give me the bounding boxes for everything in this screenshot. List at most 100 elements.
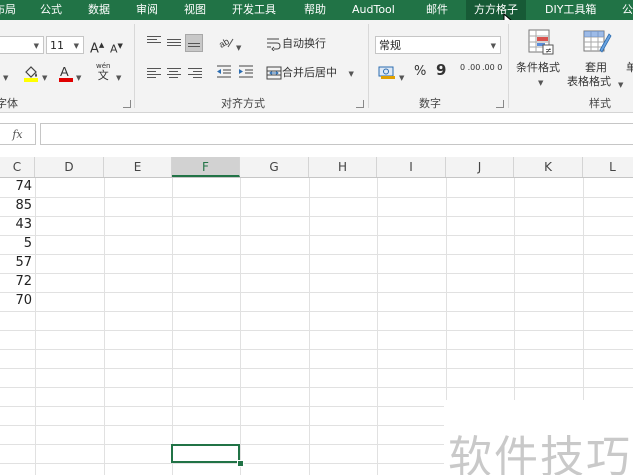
format-table-icon-wrap[interactable] bbox=[582, 28, 612, 61]
tab-fangfang-gezi[interactable]: 方方格子 bbox=[466, 0, 526, 20]
number-group-label: 数字 bbox=[419, 97, 441, 110]
number-dialog-launcher-icon[interactable] bbox=[496, 100, 504, 108]
column-header-c[interactable]: C bbox=[0, 157, 35, 177]
conditional-format-dropdown[interactable]: ▼ bbox=[538, 75, 543, 91]
cell-c1[interactable]: 74 bbox=[2, 178, 32, 196]
align-middle-icon[interactable] bbox=[167, 39, 181, 51]
column-header-h[interactable]: H bbox=[309, 157, 377, 177]
selected-cell[interactable] bbox=[171, 444, 240, 463]
number-format-value: 常规 bbox=[379, 39, 401, 52]
grid-line bbox=[0, 273, 633, 274]
chevron-down-icon: ▼ bbox=[490, 42, 496, 50]
grid-line bbox=[0, 387, 633, 388]
cell-c5[interactable]: 57 bbox=[2, 254, 32, 272]
cell-area[interactable]: 74 85 43 5 57 72 70 软件技巧 bbox=[0, 178, 633, 475]
alignment-group-label: 对齐方式 bbox=[221, 97, 265, 110]
increase-decimal-button[interactable]: 0 .00 bbox=[460, 64, 480, 72]
ribbon-tab-bar: 布局 公式 数据 审阅 视图 开发工具 帮助 AudTool 邮件 方方格子 D… bbox=[0, 0, 633, 20]
cell-c4[interactable]: 5 bbox=[2, 235, 32, 253]
align-right-icon[interactable] bbox=[188, 68, 202, 80]
font-dialog-launcher-icon[interactable] bbox=[123, 100, 131, 108]
fill-handle[interactable] bbox=[237, 460, 244, 467]
tab-diy-toolbox[interactable]: DIY工具箱 bbox=[545, 0, 596, 20]
wrap-text-label: 自动换行 bbox=[282, 37, 326, 50]
mouse-cursor-icon bbox=[503, 13, 512, 20]
tab-audtool[interactable]: AudTool bbox=[352, 0, 395, 20]
alignment-dialog-launcher-icon[interactable] bbox=[356, 100, 364, 108]
grid-line bbox=[0, 216, 633, 217]
cell-c2[interactable]: 85 bbox=[2, 197, 32, 215]
worksheet-grid[interactable]: C D E F G H I J K L 74 85 43 5 57 72 70 … bbox=[0, 157, 633, 475]
decrease-indent-button[interactable] bbox=[216, 64, 232, 83]
cell-c6[interactable]: 72 bbox=[2, 273, 32, 291]
accounting-dropdown[interactable]: ▼ bbox=[399, 70, 404, 86]
column-header-i[interactable]: I bbox=[377, 157, 446, 177]
chevron-down-icon: ▼ bbox=[33, 42, 39, 50]
grow-font-button[interactable]: A▲ bbox=[90, 37, 104, 57]
orientation-dropdown[interactable]: ▼ bbox=[236, 40, 241, 56]
border-dropdown[interactable]: ▼ bbox=[3, 70, 8, 86]
align-bottom-icon[interactable] bbox=[185, 34, 203, 52]
tab-developer[interactable]: 开发工具 bbox=[232, 0, 276, 20]
tab-data[interactable]: 数据 bbox=[88, 0, 110, 20]
merge-center-button[interactable]: 合并后居中 ▼ bbox=[266, 65, 354, 82]
ribbon-divider bbox=[134, 24, 135, 108]
column-header-e[interactable]: E bbox=[104, 157, 172, 177]
align-top-icon[interactable] bbox=[147, 36, 161, 48]
tab-help[interactable]: 帮助 bbox=[304, 0, 326, 20]
conditional-format-button[interactable]: 条件格式 bbox=[516, 60, 560, 76]
conditional-format-icon-wrap[interactable]: ≠ bbox=[527, 28, 555, 61]
paint-bucket-icon bbox=[24, 66, 38, 82]
tab-review[interactable]: 审阅 bbox=[136, 0, 158, 20]
align-left-icon[interactable] bbox=[147, 68, 161, 80]
merge-center-label: 合并后居中 bbox=[282, 66, 337, 79]
svg-text:ab: ab bbox=[218, 36, 231, 49]
align-center-icon[interactable] bbox=[167, 68, 181, 80]
column-header-l[interactable]: L bbox=[583, 157, 633, 177]
font-color-button[interactable]: A bbox=[58, 64, 74, 87]
format-table-dropdown[interactable]: ▼ bbox=[618, 77, 623, 93]
cell-c3[interactable]: 43 bbox=[2, 216, 32, 234]
column-header-k[interactable]: K bbox=[514, 157, 583, 177]
accounting-format-button[interactable] bbox=[378, 64, 396, 85]
tab-mail[interactable]: 邮件 bbox=[426, 0, 448, 20]
merge-dropdown-icon[interactable]: ▼ bbox=[349, 70, 354, 78]
column-header-f[interactable]: F bbox=[172, 157, 240, 177]
insert-function-button[interactable]: fx bbox=[0, 123, 36, 145]
format-table-button[interactable]: 表格格式 bbox=[567, 74, 611, 90]
tab-partial[interactable]: 公 bbox=[622, 0, 633, 20]
grid-line bbox=[377, 178, 378, 475]
orientation-button[interactable]: ab bbox=[217, 35, 234, 54]
wrap-text-button[interactable]: 自动换行 bbox=[266, 36, 326, 52]
grid-line bbox=[35, 178, 36, 475]
tab-view[interactable]: 视图 bbox=[184, 0, 206, 20]
grid-line bbox=[104, 178, 105, 475]
chevron-down-icon: ▼ bbox=[73, 42, 79, 50]
phonetic-guide-button[interactable]: wén 文 bbox=[96, 62, 110, 81]
increase-indent-button[interactable] bbox=[238, 64, 254, 83]
column-header-g[interactable]: G bbox=[240, 157, 309, 177]
tab-formulas[interactable]: 公式 bbox=[40, 0, 62, 20]
formula-input[interactable] bbox=[40, 123, 633, 145]
column-header-d[interactable]: D bbox=[35, 157, 104, 177]
column-header-j[interactable]: J bbox=[446, 157, 514, 177]
font-color-dropdown[interactable]: ▼ bbox=[76, 70, 81, 86]
phonetic-dropdown[interactable]: ▼ bbox=[116, 70, 121, 86]
comma-style-button[interactable]: 9 bbox=[436, 62, 446, 78]
cell-styles-button-partial[interactable]: 单 bbox=[626, 60, 633, 76]
decrease-decimal-button[interactable]: .00 0 bbox=[482, 64, 502, 72]
grid-line bbox=[309, 178, 310, 475]
font-size-combo[interactable]: 11 ▼ bbox=[46, 36, 84, 54]
font-name-combo[interactable]: ▼ bbox=[0, 36, 44, 54]
svg-text:A: A bbox=[60, 64, 69, 79]
fill-color-button[interactable] bbox=[22, 64, 40, 87]
column-headers: C D E F G H I J K L bbox=[0, 157, 633, 178]
wrap-text-icon bbox=[267, 38, 281, 52]
number-format-combo[interactable]: 常规 ▼ bbox=[375, 36, 501, 54]
cell-c7[interactable]: 70 bbox=[2, 292, 32, 310]
decrease-indent-icon bbox=[217, 65, 231, 78]
fill-color-dropdown[interactable]: ▼ bbox=[42, 70, 47, 86]
tab-layout[interactable]: 布局 bbox=[0, 0, 16, 20]
percent-button[interactable]: % bbox=[414, 64, 426, 80]
shrink-font-button[interactable]: A▼ bbox=[110, 38, 123, 58]
